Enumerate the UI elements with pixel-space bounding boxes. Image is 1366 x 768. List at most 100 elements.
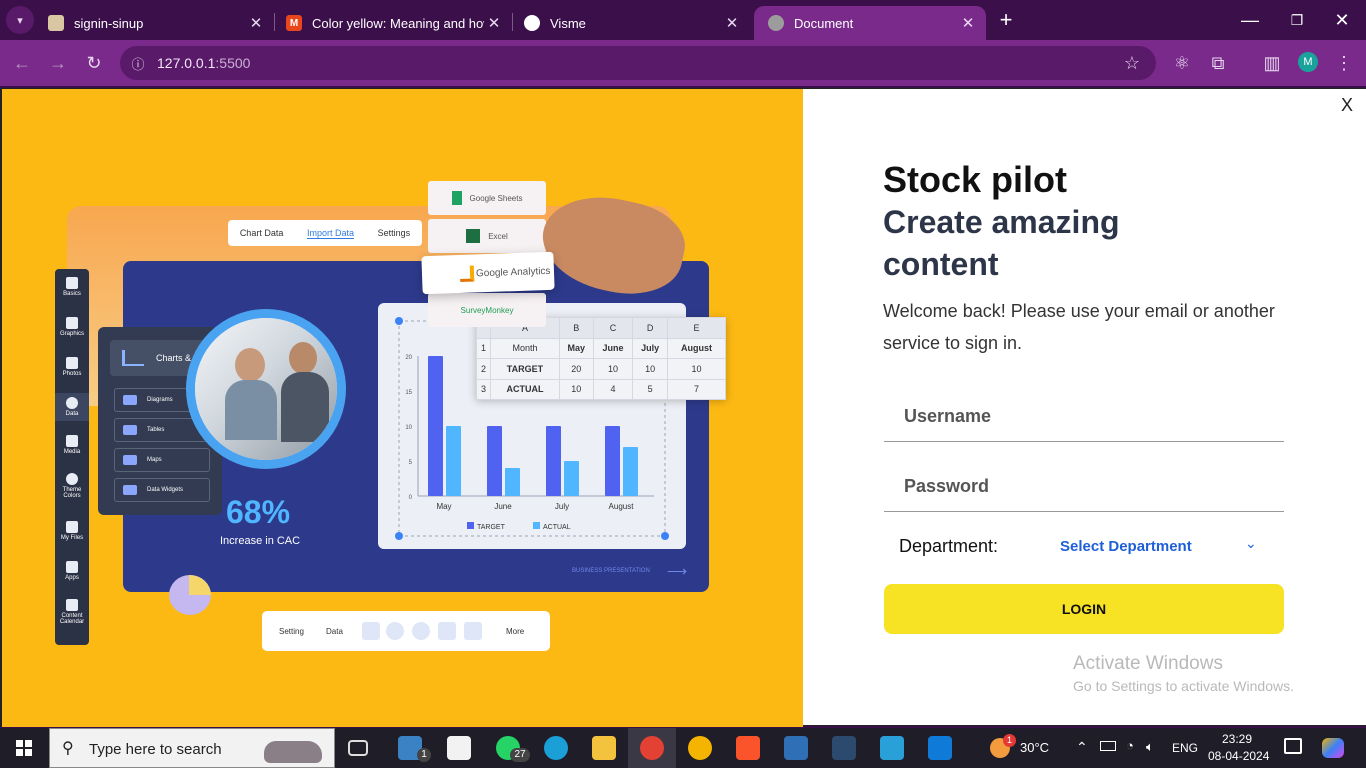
close-tab-icon[interactable]: ✕ [484, 14, 504, 32]
bar [446, 426, 461, 496]
windows-taskbar: ⚲ Type here to search 1 27 1 30°C ⌃ ◔ 🔈︎… [0, 728, 1366, 768]
close-tab-icon[interactable]: ✕ [246, 14, 266, 32]
folder-icon [66, 521, 78, 533]
y-tick-label: 20 [405, 355, 412, 361]
close-tab-icon[interactable]: ✕ [958, 14, 978, 32]
page-headline: Create amazing content [883, 204, 1120, 282]
table-cell: 1 [476, 337, 491, 359]
edge-icon[interactable] [544, 736, 568, 760]
tab-color-yellow[interactable]: M Color yellow: Meaning and how ✕ [272, 6, 512, 40]
search-placeholder: Type here to search [89, 741, 222, 758]
visme-favicon-icon [524, 15, 540, 31]
activate-windows-subtitle: Go to Settings to activate Windows. [1073, 678, 1294, 694]
extensions-puzzle-icon[interactable]: ⧉ [1204, 49, 1232, 77]
footer-link: BUSINESS PRESENTATION [572, 568, 650, 574]
extension-atom-icon[interactable]: ⚛ [1168, 49, 1196, 77]
browser-toolbar: ← → ↻ ⓘ 127.0.0.1:5500 ☆ ⚛ ⧉ ▥ M ⋮ [0, 40, 1366, 86]
windows-start-icon[interactable] [16, 740, 32, 756]
restore-icon[interactable]: ❐ [1283, 6, 1311, 34]
clock-time[interactable]: 23:29 [1222, 732, 1252, 746]
excel-icon [466, 229, 481, 243]
back-arrow-icon[interactable]: ← [8, 49, 36, 77]
username-field[interactable] [884, 392, 1284, 442]
language-indicator[interactable]: ENG [1172, 741, 1198, 755]
clock-date[interactable]: 08-04-2024 [1208, 749, 1269, 763]
google-sheets-source: Google Sheets [428, 181, 546, 215]
area-chart-type-icon [464, 622, 482, 640]
calendar-icon [66, 599, 78, 611]
department-select[interactable]: Select Department [1060, 538, 1260, 555]
site-info-icon[interactable]: ⓘ [124, 49, 152, 77]
globe-favicon-icon [768, 15, 784, 31]
mysql-workbench-icon[interactable] [832, 736, 856, 760]
virtualbox-icon[interactable] [784, 736, 808, 760]
hero-illustration: BUSINESS PRESENTATION ⟶ Basics Graphics … [0, 89, 803, 727]
chevron-down-icon[interactable]: ⌄ [1245, 535, 1257, 552]
activate-windows-title: Activate Windows [1073, 653, 1223, 674]
table-cell: 10 [632, 358, 668, 380]
volume-icon[interactable]: 🔈︎ [1146, 739, 1154, 755]
notifications-icon[interactable] [1284, 738, 1302, 754]
signin-favicon-icon [48, 15, 64, 31]
minimize-icon[interactable]: — [1236, 6, 1264, 34]
table-cell: May [558, 337, 594, 359]
close-button[interactable]: X [1338, 95, 1356, 116]
address-bar[interactable]: ⓘ 127.0.0.1:5500 ☆ [120, 46, 1156, 80]
table-cell: ACTUAL [490, 378, 560, 400]
reload-icon[interactable]: ↻ [80, 49, 108, 77]
panel-item-data-widgets: Data Widgets [114, 478, 210, 502]
brand-title: Stock pilot [883, 159, 1068, 200]
diagrams-icon [123, 395, 137, 405]
tab-title: signin-sinup [74, 15, 144, 31]
wifi-icon[interactable]: ◔ [1126, 738, 1134, 753]
table-row: 3 ACTUAL 10 4 5 7 [476, 378, 727, 400]
mail-badge: 1 [417, 748, 431, 762]
tab-document[interactable]: Document ✕ [754, 6, 986, 40]
bar [605, 426, 620, 496]
y-tick-label: 15 [405, 390, 412, 396]
chevron-up-icon[interactable]: ⌃ [1076, 739, 1088, 756]
window-close-icon[interactable]: ✕ [1328, 6, 1356, 34]
bookmark-star-icon[interactable]: ☆ [1118, 49, 1146, 77]
login-button[interactable]: LOGIN [884, 584, 1284, 634]
department-label: Department: [899, 536, 999, 556]
brave-icon[interactable] [736, 736, 760, 760]
close-tab-icon[interactable]: ✕ [722, 14, 742, 32]
table-cell: 20 [558, 358, 594, 380]
hippo-search-highlight-icon [264, 741, 322, 763]
password-field[interactable] [884, 462, 1284, 512]
tab-visme[interactable]: Visme ✕ [510, 6, 750, 40]
import-data-tab: Import Data [306, 227, 354, 239]
setting-label: Setting [279, 627, 304, 636]
sidebar-item-media: Media [55, 435, 89, 455]
chart-data-tab: Chart Data [239, 228, 284, 238]
tab-title: Color yellow: Meaning and how [312, 15, 484, 31]
menu-kebab-icon[interactable]: ⋮ [1330, 49, 1358, 77]
sidebar-item-content-calendar: Content Calendar [55, 599, 89, 625]
tab-search-icon[interactable]: ▾ [6, 6, 34, 34]
chrome-profile-icon[interactable] [640, 736, 664, 760]
vscode-icon[interactable] [928, 736, 952, 760]
tab-signin-sinup[interactable]: signin-sinup ✕ [34, 6, 274, 40]
file-explorer-icon[interactable] [592, 736, 616, 760]
editor-sidebar: Basics Graphics Photos Data Media Theme … [55, 269, 89, 645]
data-label: Data [326, 627, 343, 636]
team-photo-ring [186, 309, 346, 469]
forward-arrow-icon[interactable]: → [44, 49, 72, 77]
footer-arrow-icon: ⟶ [667, 563, 688, 579]
temperature[interactable]: 30°C [1020, 740, 1049, 755]
sidebar-item-basics: Basics [55, 277, 89, 297]
task-view-icon[interactable] [348, 740, 368, 756]
side-panel-icon[interactable]: ▥ [1258, 49, 1286, 77]
microsoft-store-icon[interactable] [447, 736, 471, 760]
profile-avatar[interactable]: M [1298, 52, 1318, 72]
table-cell: June [592, 337, 634, 359]
battery-icon[interactable] [1100, 741, 1116, 751]
copilot-icon[interactable] [1322, 738, 1344, 758]
taskbar-search-box[interactable]: ⚲ Type here to search [49, 728, 335, 768]
bar [623, 447, 638, 496]
photos-app-icon[interactable] [880, 736, 904, 760]
chrome-icon[interactable] [688, 736, 712, 760]
sheets-icon [451, 191, 462, 205]
new-tab-button[interactable]: + [992, 6, 1020, 34]
